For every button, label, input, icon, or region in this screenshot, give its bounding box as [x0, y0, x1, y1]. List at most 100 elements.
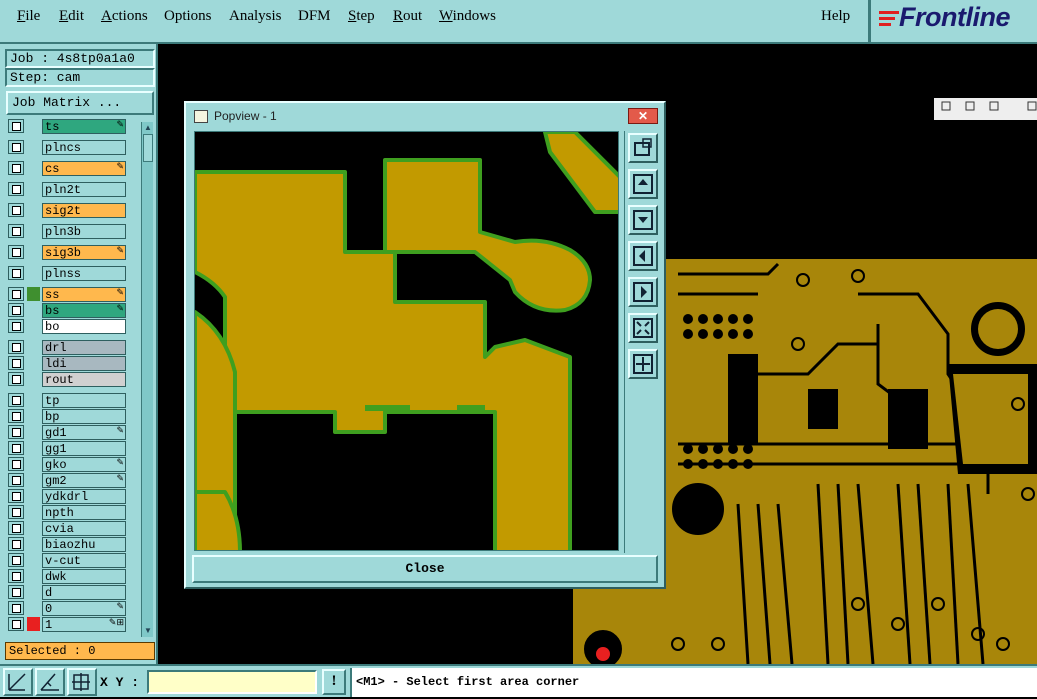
layer-row-cvia[interactable]: cvia [6, 520, 126, 536]
popview-close-button[interactable]: Close [192, 555, 658, 583]
layer-checkbox[interactable] [8, 601, 24, 615]
layer-name[interactable]: ldi [42, 356, 126, 371]
layer-checkbox[interactable] [8, 393, 24, 407]
layer-checkbox[interactable] [8, 425, 24, 439]
scroll-thumb[interactable] [143, 134, 153, 162]
angle-tool-button[interactable] [35, 668, 65, 696]
layer-checkbox[interactable] [8, 224, 24, 238]
layer-name[interactable]: gm2 [42, 473, 126, 488]
layer-checkbox[interactable] [8, 140, 24, 154]
layer-checkbox[interactable] [8, 303, 24, 317]
layer-name[interactable]: cvia [42, 521, 126, 536]
layer-name[interactable]: d [42, 585, 126, 600]
layer-name[interactable]: ts [42, 119, 126, 134]
layer-name[interactable]: ydkdrl [42, 489, 126, 504]
layer-row-ss[interactable]: ss ✎ [6, 286, 126, 302]
layer-name[interactable]: plnss [42, 266, 126, 281]
popview-canvas[interactable] [194, 131, 619, 551]
window-close-button[interactable]: ✕ [628, 108, 658, 124]
layer-row-plncs[interactable]: plncs [6, 139, 126, 155]
menu-actions[interactable]: Actions [101, 8, 148, 25]
layer-name[interactable]: plncs [42, 140, 126, 155]
menu-edit[interactable]: Edit [59, 8, 84, 25]
layer-name[interactable]: 0 [42, 601, 126, 616]
layer-checkbox[interactable] [8, 409, 24, 423]
layer-row-gm2[interactable]: gm2 ✎ [6, 472, 126, 488]
menu-file[interactable]: File [17, 8, 40, 25]
layer-name[interactable]: bo [42, 319, 126, 334]
layer-name[interactable]: sig2t [42, 203, 126, 218]
pan-right-button[interactable] [628, 277, 658, 307]
xy-coordinate-input[interactable] [147, 670, 317, 694]
layer-name[interactable]: biaozhu [42, 537, 126, 552]
layer-checkbox[interactable] [8, 521, 24, 535]
layer-name[interactable]: rout [42, 372, 126, 387]
layer-row-pln3b[interactable]: pln3b [6, 223, 126, 239]
layer-name[interactable]: drl [42, 340, 126, 355]
layer-row-dwk[interactable]: dwk [6, 568, 126, 584]
layer-row-ydkdrl[interactable]: ydkdrl [6, 488, 126, 504]
layer-name[interactable]: tp [42, 393, 126, 408]
layer-checkbox[interactable] [8, 182, 24, 196]
layer-name[interactable]: pln3b [42, 224, 126, 239]
layer-scrollbar[interactable]: ▲ ▼ [141, 122, 153, 637]
layer-row-pln2t[interactable]: pln2t [6, 181, 126, 197]
layer-row-sig3b[interactable]: sig3b ✎ [6, 244, 126, 260]
layer-checkbox[interactable] [8, 537, 24, 551]
layer-checkbox[interactable] [8, 245, 24, 259]
layer-row-tp[interactable]: tp [6, 392, 126, 408]
layer-name[interactable]: gko [42, 457, 126, 472]
layer-row-bp[interactable]: bp [6, 408, 126, 424]
menu-windows[interactable]: Windows [439, 8, 496, 25]
scroll-up-icon[interactable]: ▲ [142, 123, 154, 133]
layer-name[interactable]: gg1 [42, 441, 126, 456]
layer-name[interactable]: bs [42, 303, 126, 318]
pan-down-button[interactable] [628, 205, 658, 235]
zoom-in-button[interactable] [628, 349, 658, 379]
menu-analysis[interactable]: Analysis [229, 8, 282, 25]
layer-row-plnss[interactable]: plnss [6, 265, 126, 281]
layer-checkbox[interactable] [8, 340, 24, 354]
zoom-fit-button[interactable] [628, 133, 658, 163]
layer-checkbox[interactable] [8, 319, 24, 333]
layer-checkbox[interactable] [8, 372, 24, 386]
pan-left-button[interactable] [628, 241, 658, 271]
layer-row-bs[interactable]: bs ✎ [6, 302, 126, 318]
layer-name[interactable]: v-cut [42, 553, 126, 568]
layer-checkbox[interactable] [8, 585, 24, 599]
menu-options[interactable]: Options [164, 8, 212, 25]
zoom-out-button[interactable] [628, 313, 658, 343]
layer-name[interactable]: cs [42, 161, 126, 176]
layer-row-ldi[interactable]: ldi [6, 355, 126, 371]
layer-checkbox[interactable] [8, 266, 24, 280]
layer-checkbox[interactable] [8, 473, 24, 487]
snap-tool-button[interactable] [67, 668, 97, 696]
layer-checkbox[interactable] [8, 203, 24, 217]
menu-help[interactable]: Help [821, 8, 850, 25]
layer-checkbox[interactable] [8, 161, 24, 175]
job-matrix-button[interactable]: Job Matrix ... [6, 91, 154, 115]
layer-name[interactable]: pln2t [42, 182, 126, 197]
menu-step[interactable]: Step [348, 8, 375, 25]
layer-row-bo[interactable]: bo [6, 318, 126, 334]
layer-row-npth[interactable]: npth [6, 504, 126, 520]
layer-checkbox[interactable] [8, 505, 24, 519]
layer-row-0[interactable]: 0 ✎ [6, 600, 126, 616]
layer-name[interactable]: gd1 [42, 425, 126, 440]
scroll-down-icon[interactable]: ▼ [142, 626, 154, 636]
layer-name[interactable]: ss [42, 287, 126, 302]
layer-checkbox[interactable] [8, 457, 24, 471]
layer-row-d[interactable]: d [6, 584, 126, 600]
layer-name[interactable]: dwk [42, 569, 126, 584]
layer-row-gd1[interactable]: gd1 ✎ [6, 424, 126, 440]
layer-row-gg1[interactable]: gg1 [6, 440, 126, 456]
layer-row-cs[interactable]: cs ✎ [6, 160, 126, 176]
layer-row-v-cut[interactable]: v-cut [6, 552, 126, 568]
menu-dfm[interactable]: DFM [298, 8, 331, 25]
pan-up-button[interactable] [628, 169, 658, 199]
layer-checkbox[interactable] [8, 356, 24, 370]
layer-row-gko[interactable]: gko ✎ [6, 456, 126, 472]
measure-tool-button[interactable] [3, 668, 33, 696]
layer-checkbox[interactable] [8, 617, 24, 631]
layer-checkbox[interactable] [8, 569, 24, 583]
